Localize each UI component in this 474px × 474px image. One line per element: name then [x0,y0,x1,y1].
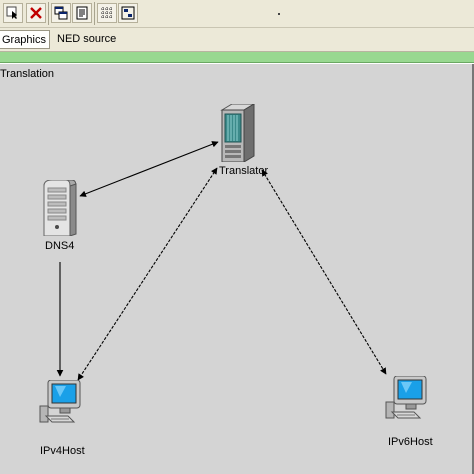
dns4-label: DNS4 [45,240,75,252]
link-translator-ipv4host[interactable] [77,167,218,381]
server-rack-icon[interactable] [218,104,258,162]
server-tower-icon[interactable] [38,180,80,236]
computer-icon[interactable] [384,376,430,420]
link-translator-ipv6host[interactable] [261,169,387,375]
computer-icon[interactable] [38,380,84,424]
translator-label: Translator [219,165,269,177]
ipv4host-label: IPv4Host [40,445,85,457]
link-translator-dns4[interactable] [79,141,219,197]
ipv6host-label: IPv6Host [388,436,433,448]
